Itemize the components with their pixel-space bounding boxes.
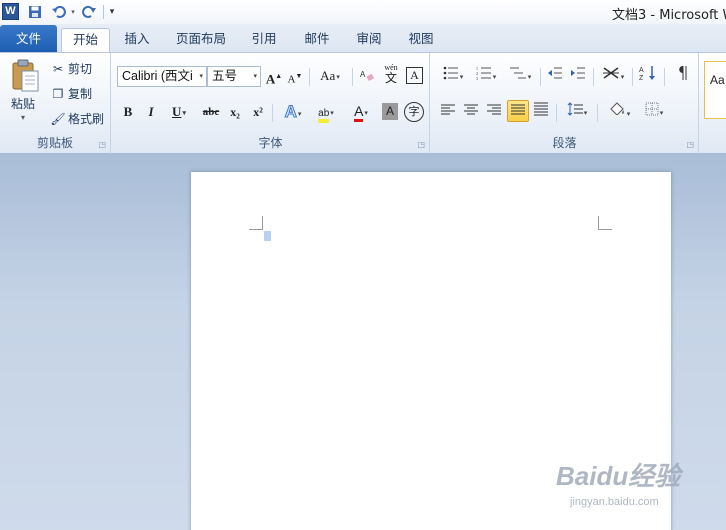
word-app-icon[interactable]: W — [2, 3, 19, 20]
paint-bucket-icon — [608, 102, 625, 117]
line-spacing-icon — [567, 102, 583, 116]
multilevel-list-icon — [509, 67, 526, 79]
multilevel-list-button[interactable]: ▾ — [504, 65, 536, 87]
borders-icon — [645, 102, 659, 116]
chinese-layout-button[interactable]: ▾ — [598, 65, 628, 87]
numbering-icon: 123 — [476, 66, 491, 81]
redo-icon[interactable] — [81, 3, 99, 21]
clipboard-launcher-icon[interactable]: ◳ — [98, 140, 106, 149]
increase-indent-icon[interactable] — [568, 65, 588, 87]
font-launcher-icon[interactable]: ◳ — [417, 140, 425, 149]
svg-text:3: 3 — [476, 76, 478, 80]
paragraph-launcher-icon[interactable]: ◳ — [686, 140, 694, 149]
text-effects-button[interactable]: A▾ — [278, 101, 308, 123]
paragraph-group: ▾ 1 2 3 ▾ ▾ ▾ AZ ▾ ▾ ▾ 段落 ◳ — [431, 53, 699, 154]
tab-file[interactable]: 文件 — [0, 25, 57, 52]
superscript-button[interactable]: x² — [249, 101, 267, 123]
change-case-button[interactable]: Aa▾ — [315, 65, 345, 87]
window-title: 文档3 - Microsoft W — [612, 8, 726, 23]
copy-button[interactable]: ❐ 复制 — [50, 84, 92, 104]
baidu-url: jingyan.baidu.com — [570, 496, 659, 508]
margin-corner-top-left — [249, 216, 263, 230]
underline-button[interactable]: U▾ — [166, 101, 192, 123]
bullets-icon — [443, 66, 458, 80]
svg-text:A: A — [639, 67, 644, 74]
grow-font-button[interactable]: A▲ — [265, 65, 283, 87]
borders-button[interactable]: ▾ — [639, 101, 669, 123]
align-right-icon[interactable] — [484, 101, 504, 123]
strikethrough-button[interactable]: abc — [200, 101, 222, 123]
tab-view[interactable]: 视图 — [402, 28, 440, 52]
tab-references[interactable]: 引用 — [245, 28, 283, 52]
shrink-font-button[interactable]: A▼ — [286, 65, 304, 87]
chevron-down-icon: ▾ — [199, 73, 203, 80]
margin-corner-top-right — [598, 216, 612, 230]
svg-text:Z: Z — [639, 75, 644, 81]
sort-icon[interactable]: AZ — [637, 65, 659, 87]
font-group-label: 字体 — [258, 136, 283, 150]
text-effects-icon: A — [284, 102, 297, 122]
copy-icon: ❐ — [52, 87, 64, 101]
enclose-characters-button[interactable]: 字 — [404, 102, 424, 122]
highlight-button[interactable]: ab▾ — [310, 101, 342, 123]
decrease-indent-icon[interactable] — [545, 65, 565, 87]
undo-dropdown-icon[interactable]: ▾ — [69, 3, 77, 21]
font-group: Calibri (西文i ▾ 五号 ▾ A▲ A▼ Aa▾ A wén 文 A B I… — [112, 53, 430, 154]
font-size-combo[interactable]: 五号 ▾ — [207, 66, 261, 87]
chinese-layout-icon — [602, 67, 619, 79]
tab-review[interactable]: 审阅 — [350, 28, 388, 52]
italic-button[interactable]: I — [142, 101, 160, 123]
clear-formatting-icon[interactable]: A — [358, 65, 376, 87]
format-painter-button[interactable]: 🖌 格式刷 — [50, 109, 104, 129]
subscript-button[interactable]: x₂ — [226, 101, 244, 123]
baidu-logo: Baidu经验 — [556, 461, 681, 491]
tab-mailings[interactable]: 邮件 — [298, 28, 336, 52]
tab-home[interactable]: 开始 — [61, 28, 110, 53]
tab-page-layout[interactable]: 页面布局 — [170, 28, 232, 52]
paste-icon[interactable] — [10, 59, 40, 93]
align-left-icon[interactable] — [438, 101, 458, 123]
title-bar: W ▾ ▾ 文档3 - Microsoft W — [0, 0, 726, 24]
phonetic-guide-button[interactable]: wén 文 — [380, 63, 402, 85]
text-cursor-paragraph-mark[interactable] — [264, 231, 271, 241]
bold-button[interactable]: B — [119, 101, 137, 123]
undo-icon[interactable] — [49, 3, 71, 21]
bullets-button[interactable]: ▾ — [438, 65, 468, 87]
numbering-button[interactable]: 1 2 3 ▾ — [471, 65, 501, 87]
paste-dropdown-icon[interactable]: ▾ — [21, 113, 25, 122]
chevron-down-icon: ▾ — [253, 73, 257, 80]
shading-button[interactable]: ▾ — [603, 101, 635, 123]
clipboard-group: 粘贴 ▾ ✂ 剪切 ❐ 复制 🖌 格式刷 剪贴板 ◳ — [0, 53, 111, 154]
phonetic-char-icon: 文 — [384, 71, 397, 85]
character-shading-button[interactable]: A — [382, 103, 398, 120]
font-color-button[interactable]: A▾ — [345, 101, 377, 123]
line-spacing-button[interactable]: ▾ — [562, 101, 592, 123]
paragraph-group-label: 段落 — [552, 136, 577, 150]
ribbon: 粘贴 ▾ ✂ 剪切 ❐ 复制 🖌 格式刷 剪贴板 ◳ Calibri (西文i ▾ 五号… — [0, 52, 726, 154]
style-gallery-item[interactable]: Aa — [704, 61, 726, 119]
align-center-icon[interactable] — [461, 101, 481, 123]
paste-button[interactable]: 粘贴 — [11, 95, 35, 112]
customize-qat-icon[interactable]: ▾ — [107, 3, 117, 21]
tab-insert[interactable]: 插入 — [118, 28, 156, 52]
clipboard-group-label: 剪贴板 — [36, 136, 73, 150]
show-formatting-marks-icon[interactable] — [673, 65, 691, 87]
scissors-icon: ✂ — [52, 62, 64, 76]
distributed-align-icon[interactable] — [531, 101, 551, 123]
font-name-combo[interactable]: Calibri (西文i ▾ — [117, 66, 207, 87]
svg-text:A: A — [360, 70, 366, 79]
baidu-watermark: Baidu经验 jingyan.baidu.com — [556, 456, 681, 508]
save-icon[interactable] — [27, 3, 43, 21]
justify-icon[interactable] — [507, 100, 529, 122]
ribbon-tab-bar: 文件 开始 插入 页面布局 引用 邮件 审阅 视图 — [0, 24, 726, 53]
character-border-icon[interactable]: A — [406, 67, 423, 84]
cut-button[interactable]: ✂ 剪切 — [50, 59, 92, 79]
paintbrush-icon: 🖌 — [50, 112, 66, 126]
